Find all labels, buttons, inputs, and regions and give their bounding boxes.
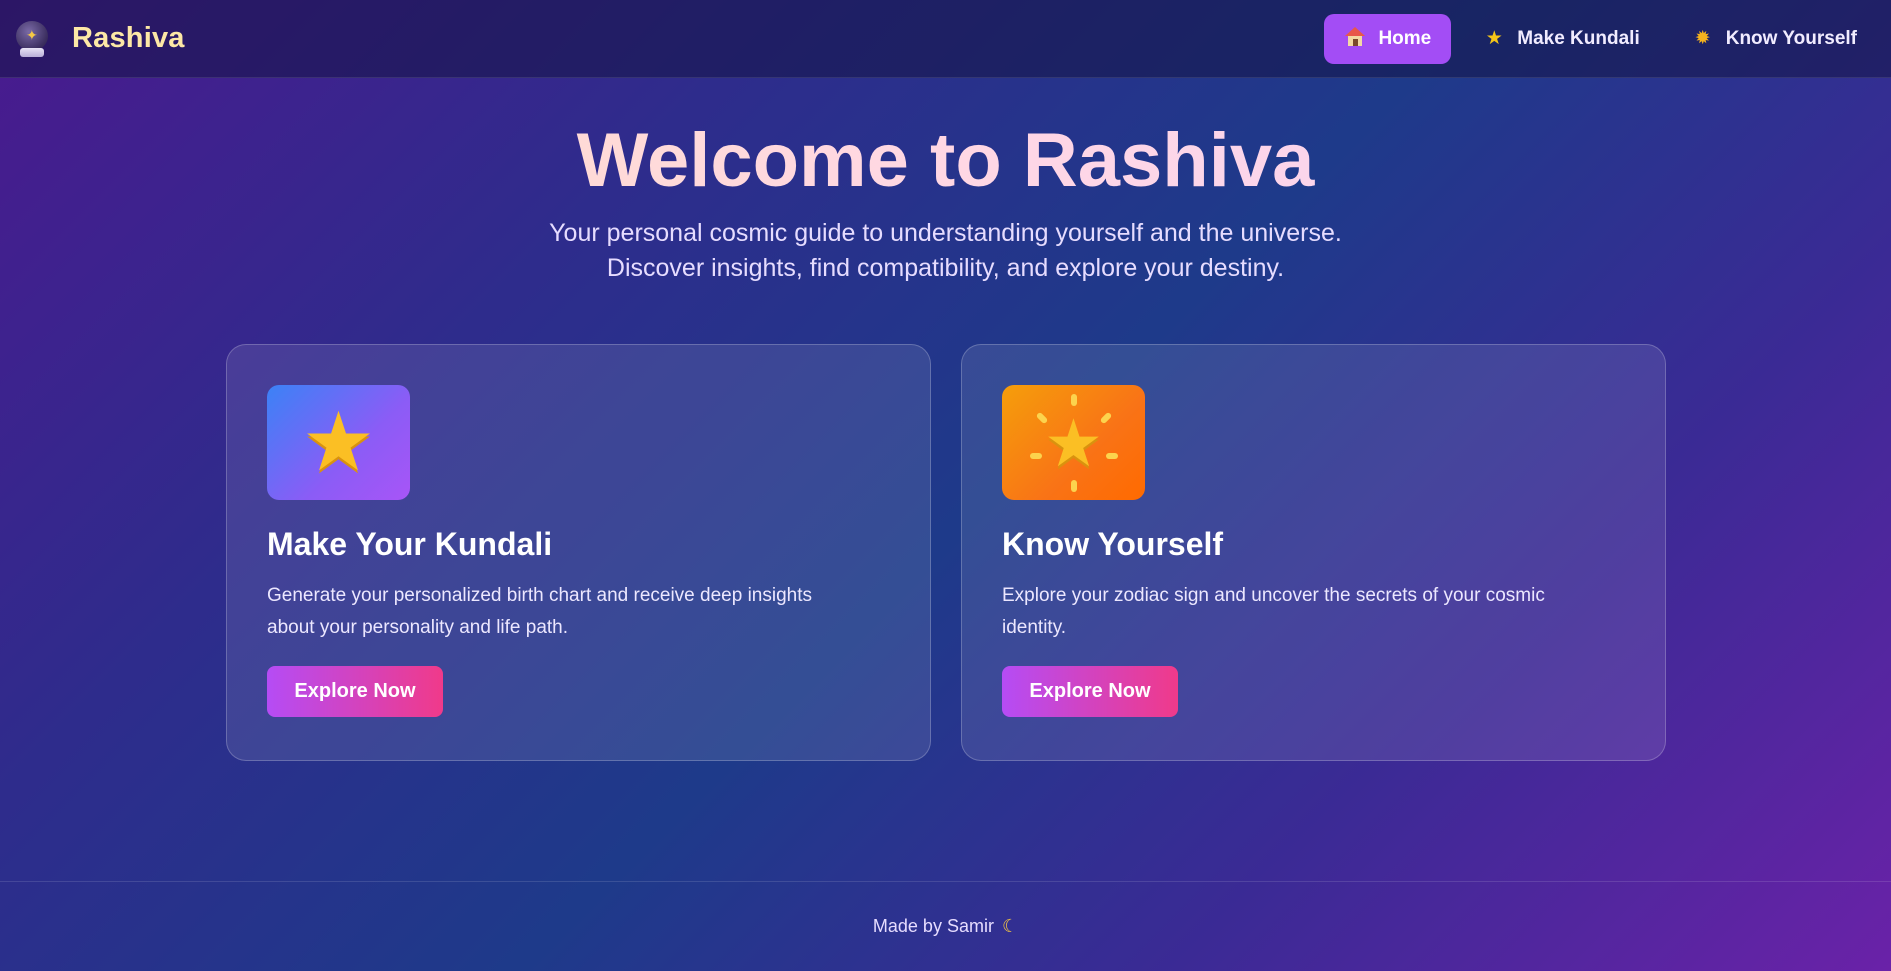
main-nav: Home ★ Make Kundali ✹ Know Yourself: [1324, 13, 1877, 64]
footer-text: Made by Samir: [872, 916, 994, 936]
nav-item-home[interactable]: Home: [1324, 13, 1452, 64]
explore-now-button[interactable]: Explore Now: [267, 666, 443, 717]
feature-card-make-kundali: ★ Make Your Kundali Generate your person…: [226, 344, 931, 761]
nav-item-know-yourself[interactable]: ✹ Know Yourself: [1672, 14, 1877, 64]
brand[interactable]: ✦ Rashiva: [14, 20, 185, 57]
card-description: Explore your zodiac sign and uncover the…: [1002, 585, 1545, 638]
feature-card-know-yourself: ★ Know Yourself Explore your zodiac sign…: [961, 344, 1666, 761]
explore-now-button[interactable]: Explore Now: [1002, 666, 1178, 717]
card-description: Generate your personalized birth chart a…: [267, 585, 812, 638]
nav-item-label: Home: [1378, 27, 1432, 49]
navbar: ✦ Rashiva Home ★ Make Kundali ✹ Know You…: [0, 0, 1891, 78]
card-icon-tile: ★: [267, 385, 410, 500]
card-title: Make Your Kundali: [267, 526, 553, 562]
hero-title: Welcome to Rashiva: [0, 116, 1891, 206]
crescent-moon-icon: ☾: [1001, 916, 1019, 936]
house-icon: [1344, 26, 1366, 51]
card-icon-tile: ★: [1002, 385, 1145, 500]
star-icon: ★: [1485, 28, 1503, 49]
brand-name: Rashiva: [72, 22, 185, 54]
star-icon: ★: [301, 396, 376, 488]
nav-item-label: Know Yourself: [1725, 27, 1857, 49]
hero-subtitle-line-1: Your personal cosmic guide to understand…: [549, 219, 1342, 247]
nav-item-make-kundali[interactable]: ★ Make Kundali: [1463, 14, 1659, 64]
crystal-ball-icon: ✦: [14, 20, 50, 57]
card-title: Know Yourself: [1002, 526, 1224, 562]
footer: Made by Samir ☾: [0, 881, 1891, 971]
sun-icon: ✹: [1694, 28, 1711, 49]
nav-item-label: Make Kundali: [1517, 27, 1640, 49]
glowing-star-icon: ★: [1029, 393, 1119, 492]
hero-subtitle-line-2: Discover insights, find compatibility, a…: [606, 254, 1285, 282]
